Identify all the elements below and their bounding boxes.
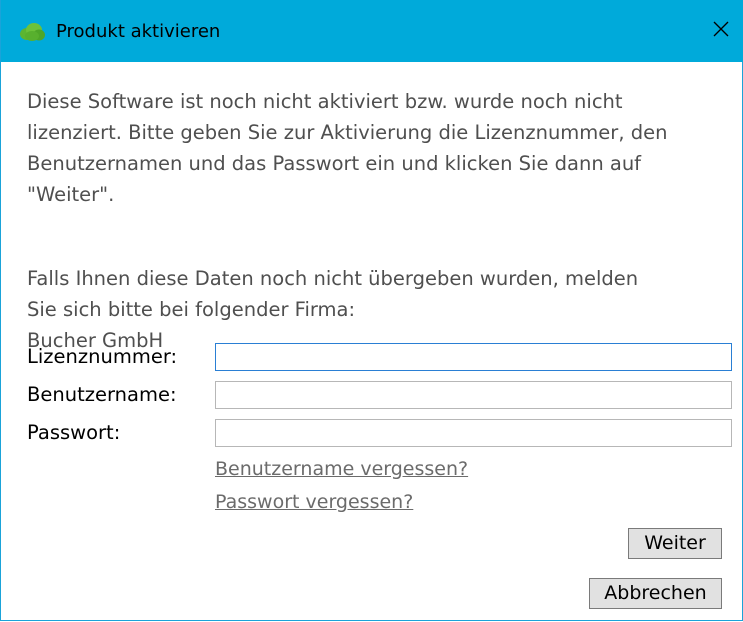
cancel-button[interactable]: Abbrechen xyxy=(589,578,722,609)
password-input[interactable] xyxy=(215,419,732,447)
activation-dialog: Produkt aktivieren Diese Software ist no… xyxy=(0,0,743,621)
license-number-label: Lizenznummer: xyxy=(27,345,178,368)
green-cloud-icon xyxy=(19,22,45,42)
license-number-input[interactable] xyxy=(215,343,732,371)
title-bar[interactable]: Produkt aktivieren xyxy=(1,0,743,62)
activation-message: Diese Software ist noch nicht aktiviert … xyxy=(27,90,668,206)
password-label: Passwort: xyxy=(27,421,121,444)
username-input[interactable] xyxy=(215,381,732,409)
contact-message: Falls Ihnen diese Daten noch nicht überg… xyxy=(27,267,639,321)
dialog-body: Diese Software ist noch nicht aktiviert … xyxy=(27,86,727,352)
close-icon xyxy=(713,21,729,41)
forgot-password-link[interactable]: Passwort vergessen? xyxy=(215,490,413,514)
forgot-username-link[interactable]: Benutzername vergessen? xyxy=(215,457,468,481)
close-button[interactable] xyxy=(698,0,743,62)
username-label: Benutzername: xyxy=(27,383,177,406)
next-button[interactable]: Weiter xyxy=(628,528,722,559)
window-title: Produkt aktivieren xyxy=(56,21,221,42)
